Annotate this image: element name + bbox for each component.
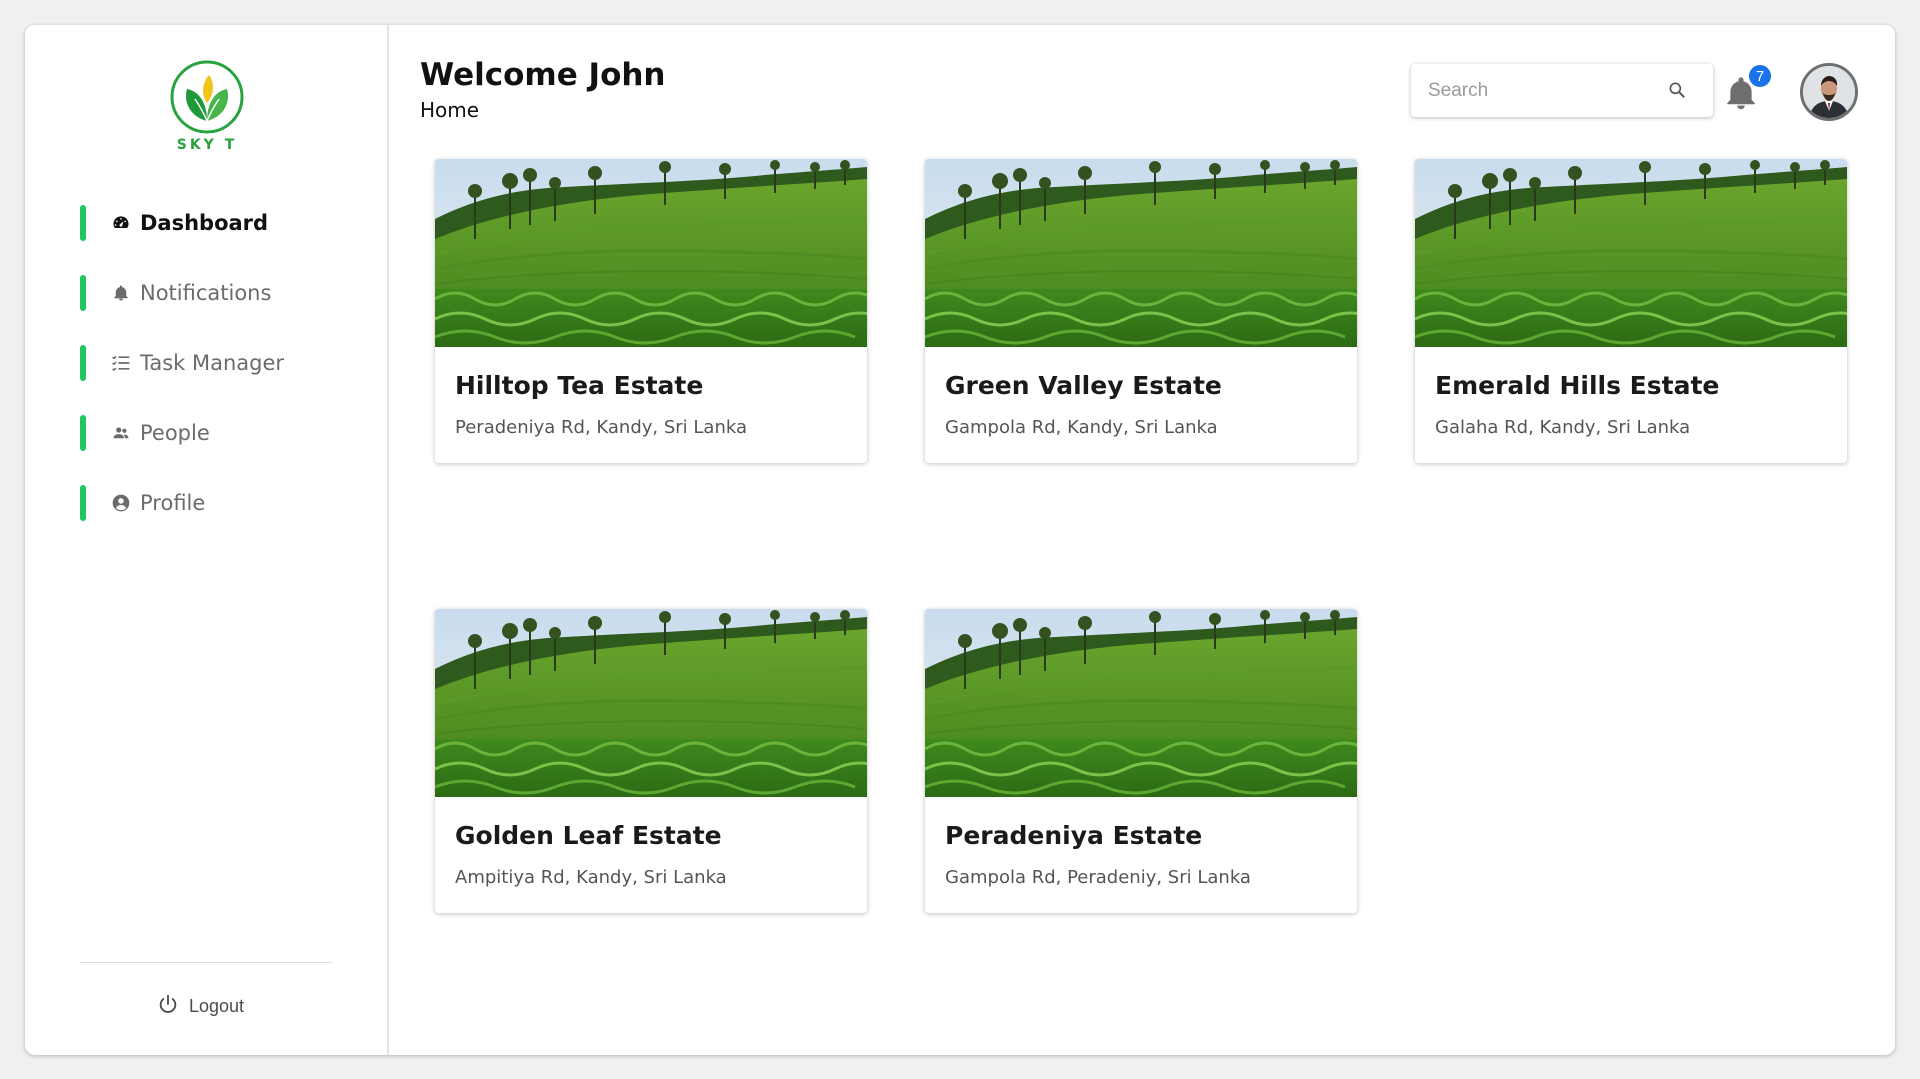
- user-circle-icon: [110, 492, 132, 514]
- sidebar-item-label: Task Manager: [140, 351, 285, 375]
- main-content: Welcome John Home 7 Hilltop Tea: [389, 25, 1895, 1055]
- estate-card[interactable]: Emerald Hills Estate Galaha Rd, Kandy, S…: [1415, 159, 1847, 463]
- tea-plantation-image: [435, 609, 867, 797]
- brand-name: SKY T: [176, 137, 238, 153]
- breadcrumb[interactable]: Home: [420, 98, 479, 122]
- search-box: [1411, 64, 1713, 117]
- power-icon: [157, 993, 179, 1019]
- sidebar-item-label: Profile: [140, 491, 206, 515]
- app-window: SKY T Dashboard Notifications Task Manag…: [25, 25, 1895, 1055]
- estate-name: Golden Leaf Estate: [455, 821, 722, 850]
- sidebar-item-people[interactable]: People: [80, 415, 360, 451]
- estate-name: Peradeniya Estate: [945, 821, 1203, 850]
- sidebar-item-notifications[interactable]: Notifications: [80, 275, 360, 311]
- sidebar-item-label: Dashboard: [140, 211, 269, 235]
- bell-icon: [110, 282, 132, 304]
- estate-name: Green Valley Estate: [945, 371, 1222, 400]
- logout-button[interactable]: Logout: [157, 993, 244, 1019]
- tea-plantation-image: [925, 609, 1357, 797]
- sidebar-item-label: Notifications: [140, 281, 272, 305]
- checklist-icon: [110, 352, 132, 374]
- estate-card[interactable]: Green Valley Estate Gampola Rd, Kandy, S…: [925, 159, 1357, 463]
- sidebar-item-label: People: [140, 421, 210, 445]
- notification-count-badge: 7: [1747, 63, 1773, 89]
- sidebar-item-profile[interactable]: Profile: [80, 485, 360, 521]
- search-icon[interactable]: [1667, 80, 1687, 100]
- sidebar-item-dashboard[interactable]: Dashboard: [80, 205, 360, 241]
- estate-name: Hilltop Tea Estate: [455, 371, 704, 400]
- tea-plantation-image: [1415, 159, 1847, 347]
- avatar[interactable]: [1800, 63, 1858, 121]
- user-photo-icon: [1803, 66, 1855, 118]
- people-icon: [110, 422, 132, 444]
- sky-t-logo-icon: [170, 60, 244, 134]
- brand-logo[interactable]: SKY T: [168, 59, 246, 153]
- estate-address: Galaha Rd, Kandy, Sri Lanka: [1435, 417, 1691, 438]
- estate-address: Gampola Rd, Peradeniy, Sri Lanka: [945, 867, 1251, 888]
- estate-name: Emerald Hills Estate: [1435, 371, 1720, 400]
- tea-plantation-image: [435, 159, 867, 347]
- estate-card[interactable]: Peradeniya Estate Gampola Rd, Peradeniy,…: [925, 609, 1357, 913]
- sidebar-item-task-manager[interactable]: Task Manager: [80, 345, 360, 381]
- sidebar-nav: Dashboard Notifications Task Manager Peo…: [80, 205, 360, 555]
- estate-address: Ampitiya Rd, Kandy, Sri Lanka: [455, 867, 727, 888]
- sidebar: SKY T Dashboard Notifications Task Manag…: [25, 25, 389, 1055]
- tea-plantation-image: [925, 159, 1357, 347]
- dashboard-icon: [110, 212, 132, 234]
- estate-address: Gampola Rd, Kandy, Sri Lanka: [945, 417, 1218, 438]
- estate-address: Peradeniya Rd, Kandy, Sri Lanka: [455, 417, 748, 438]
- estate-card[interactable]: Hilltop Tea Estate Peradeniya Rd, Kandy,…: [435, 159, 867, 463]
- estate-card[interactable]: Golden Leaf Estate Ampitiya Rd, Kandy, S…: [435, 609, 867, 913]
- search-input[interactable]: [1428, 79, 1668, 102]
- sidebar-divider: [80, 962, 332, 963]
- logout-label: Logout: [189, 995, 245, 1016]
- page-title: Welcome John: [420, 57, 666, 93]
